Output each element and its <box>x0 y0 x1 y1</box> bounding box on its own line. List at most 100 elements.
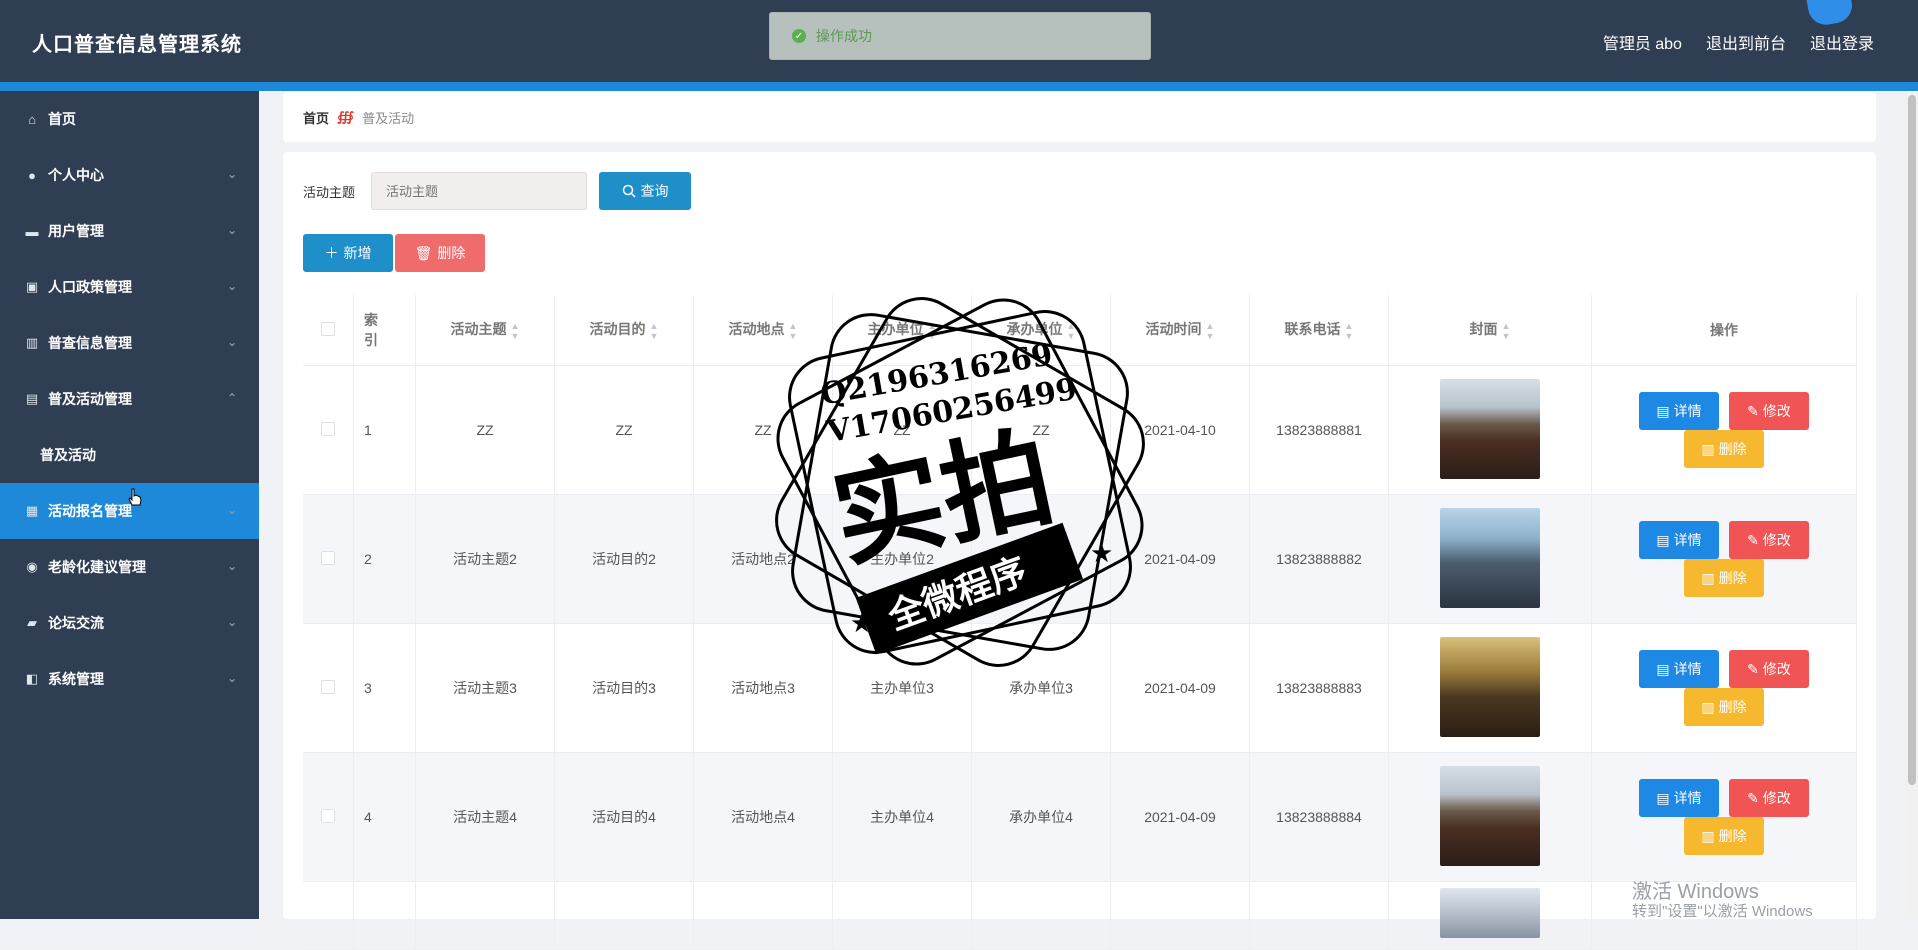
cell-time: 2021-04-09 <box>1110 752 1250 882</box>
sidebar-item-activity-mgmt[interactable]: ▤ 普及活动管理 ⌃ <box>0 371 259 427</box>
cover-image[interactable] <box>1440 378 1540 479</box>
sidebar-item-aging[interactable]: ◉ 老龄化建议管理 ⌄ <box>0 539 259 595</box>
col-time[interactable]: 活动时间 ▲ ▼ <box>1110 295 1250 366</box>
batch-delete-button[interactable]: 🗑 删除 <box>395 234 485 272</box>
detail-button[interactable]: ▤ 详情 <box>1639 779 1720 817</box>
cell-index: 1 <box>353 365 416 495</box>
sort-icon[interactable]: ▲ ▼ <box>1502 321 1511 341</box>
col-organizer[interactable]: 主办单位 ▲ ▼ <box>832 295 972 366</box>
cell-organizer <box>832 881 972 950</box>
detail-button[interactable]: ▤ 详情 <box>1639 521 1720 559</box>
col-time-label: 活动时间 <box>1145 321 1202 338</box>
cell-index: 3 <box>353 623 416 753</box>
document-icon: ▤ <box>1656 402 1670 419</box>
cell-actions: ▤ 详情 ✎ 修改 ▥ 删除 <box>1591 365 1857 495</box>
sidebar-subitem-activity[interactable]: 普及活动 <box>0 427 259 483</box>
detail-button[interactable]: ▤ 详情 <box>1639 392 1720 430</box>
edit-button[interactable]: ✎ 修改 <box>1728 779 1809 817</box>
cell-location: 活动地点4 <box>693 752 833 882</box>
trash-icon: ▥ <box>1701 440 1715 457</box>
table-row <box>303 881 1857 950</box>
edit-button[interactable]: ✎ 修改 <box>1728 650 1809 688</box>
page-scrollbar[interactable] <box>1906 91 1918 919</box>
cell-time: 2021-04-09 <box>1110 494 1250 624</box>
cell-index: 2 <box>353 494 416 624</box>
delete-button[interactable]: ▥ 删除 <box>1684 688 1764 726</box>
sort-icon[interactable]: ▲ ▼ <box>1206 321 1215 341</box>
cover-image[interactable] <box>1440 636 1540 737</box>
delete-label: 删除 <box>1718 699 1747 715</box>
sidebar-item-label: 普查信息管理 <box>48 335 132 351</box>
pencil-icon: ✎ <box>1747 531 1759 548</box>
query-button[interactable]: 查询 <box>599 172 691 210</box>
delete-button[interactable]: ▥ 删除 <box>1684 559 1764 597</box>
row-checkbox[interactable] <box>321 808 335 823</box>
logout-link[interactable]: 退出登录 <box>1810 30 1874 54</box>
sidebar-item-home[interactable]: ⌂ 首页 <box>0 91 259 147</box>
cell-location: 活动地点2 <box>693 494 833 624</box>
sidebar-item-system[interactable]: ◧ 系统管理 ⌄ <box>0 651 259 707</box>
sort-icon[interactable]: ▲ ▼ <box>650 321 659 341</box>
edit-button[interactable]: ✎ 修改 <box>1728 392 1809 430</box>
cover-image[interactable] <box>1440 507 1540 608</box>
pencil-icon: ✎ <box>1747 660 1759 677</box>
cell-location <box>693 881 833 950</box>
cover-image[interactable] <box>1440 888 1540 938</box>
toast-text: 操作成功 <box>816 28 872 44</box>
col-purpose[interactable]: 活动目的 ▲ ▼ <box>554 295 694 366</box>
col-co-organizer[interactable]: 承办单位 ▲ ▼ <box>971 295 1111 366</box>
sidebar-item-policy[interactable]: ▣ 人口政策管理 ⌄ <box>0 259 259 315</box>
cell-theme: 活动主题3 <box>415 623 555 753</box>
sort-icon[interactable]: ▲ ▼ <box>789 321 798 341</box>
detail-button[interactable]: ▤ 详情 <box>1639 650 1720 688</box>
row-checkbox[interactable] <box>321 679 335 694</box>
check-icon: ✓ <box>792 29 806 43</box>
sidebar-item-users[interactable]: ▬ 用户管理 ⌄ <box>0 203 259 259</box>
delete-button-label: 删除 <box>437 245 466 261</box>
success-toast: ✓ 操作成功 <box>769 12 1151 60</box>
cell-phone: 13823888883 <box>1249 623 1389 753</box>
delete-button[interactable]: ▥ 删除 <box>1684 817 1764 855</box>
cover-image[interactable] <box>1440 765 1540 866</box>
select-all-checkbox[interactable] <box>321 321 335 336</box>
windows-activation-line2: 转到"设置"以激活 Windows <box>1632 903 1813 920</box>
trash-icon: 🗑 <box>414 244 433 261</box>
row-checkbox[interactable] <box>321 550 335 565</box>
edit-label: 修改 <box>1762 532 1791 548</box>
decoration-icon <box>1805 0 1855 28</box>
chart-icon: ▥ <box>25 335 39 350</box>
detail-label: 详情 <box>1673 661 1702 677</box>
row-checkbox[interactable] <box>321 421 335 436</box>
col-location[interactable]: 活动地点 ▲ ▼ <box>693 295 833 366</box>
edit-button[interactable]: ✎ 修改 <box>1728 521 1809 559</box>
chevron-down-icon: ⌄ <box>226 223 237 237</box>
search-input[interactable] <box>371 172 587 210</box>
cell-cover <box>1388 752 1592 882</box>
chevron-down-icon: ⌄ <box>226 615 237 629</box>
sort-icon[interactable]: ▲ ▼ <box>928 321 937 341</box>
sidebar-item-label: 老龄化建议管理 <box>48 559 146 575</box>
app-title: 人口普查信息管理系统 <box>32 34 242 56</box>
row-select-cell <box>303 752 354 882</box>
sort-icon[interactable]: ▲ ▼ <box>1067 321 1076 341</box>
to-frontend-link[interactable]: 退出到前台 <box>1706 30 1786 54</box>
sidebar-item-profile[interactable]: ● 个人中心 ⌄ <box>0 147 259 203</box>
cell-co-organizer: ZZ <box>971 365 1111 495</box>
sidebar-item-census[interactable]: ▥ 普查信息管理 ⌄ <box>0 315 259 371</box>
scrollbar-thumb[interactable] <box>1908 95 1916 785</box>
add-button-label: 新增 <box>343 245 372 261</box>
sidebar-item-forum[interactable]: ▰ 论坛交流 ⌄ <box>0 595 259 651</box>
col-cover[interactable]: 封面 ▲ ▼ <box>1388 295 1592 366</box>
delete-button[interactable]: ▥ 删除 <box>1684 430 1764 468</box>
sort-icon[interactable]: ▲ ▼ <box>1345 321 1354 341</box>
cell-purpose: ZZ <box>554 365 694 495</box>
header-links: 管理员 abo 退出到前台 退出登录 <box>1603 30 1874 54</box>
breadcrumb-home[interactable]: 首页 <box>303 108 329 127</box>
add-button[interactable]: ＋ 新增 <box>303 234 393 272</box>
detail-label: 详情 <box>1673 790 1702 806</box>
sort-icon[interactable]: ▲ ▼ <box>511 321 520 341</box>
col-phone[interactable]: 联系电话 ▲ ▼ <box>1249 295 1389 366</box>
col-organizer-label: 主办单位 <box>867 321 924 338</box>
query-button-label: 查询 <box>640 183 669 199</box>
col-theme[interactable]: 活动主题 ▲ ▼ <box>415 295 555 366</box>
